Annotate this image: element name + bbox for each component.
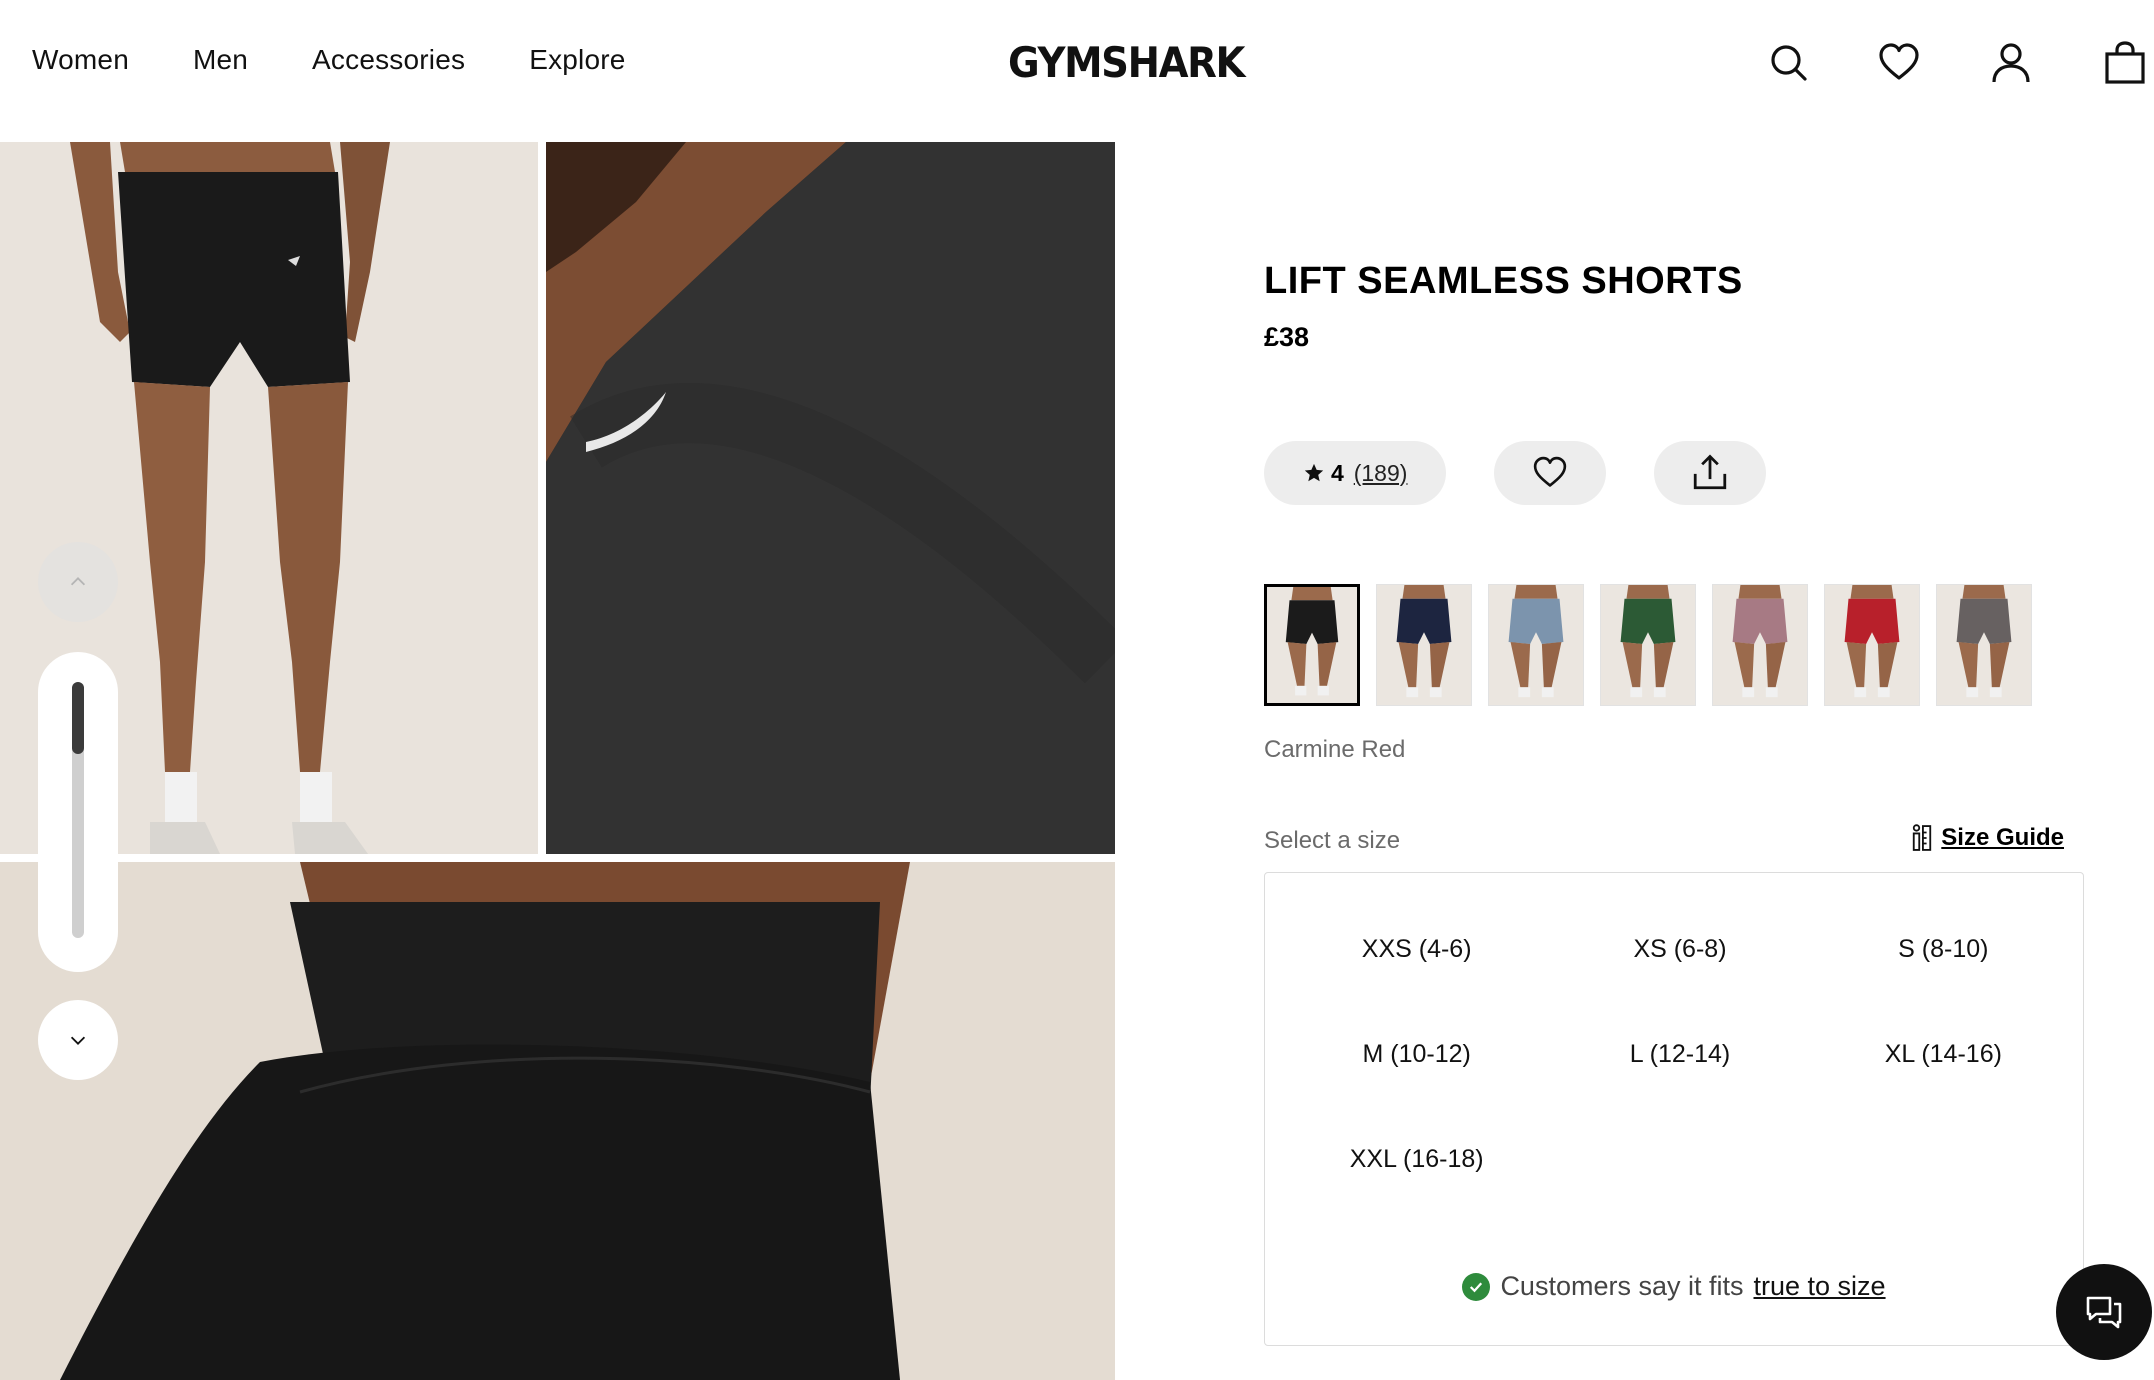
star-icon xyxy=(1304,463,1323,481)
chat-icon xyxy=(2086,1296,2122,1329)
size-option[interactable]: S (8-10) xyxy=(1812,897,2075,1002)
header-actions xyxy=(0,40,2154,90)
colour-swatches xyxy=(1264,584,2032,706)
size-selector: XXS (4-6) XS (6-8) S (8-10) M (10-12) L (12-… xyxy=(1264,872,2084,1346)
size-option[interactable]: XXS (4-6) xyxy=(1285,897,1548,1002)
size-option[interactable]: M (10-12) xyxy=(1285,1002,1548,1107)
product-image-waistband[interactable] xyxy=(0,862,1115,1380)
colour-swatch[interactable] xyxy=(1824,584,1920,706)
heart-icon xyxy=(1533,456,1567,487)
review-count[interactable]: (189) xyxy=(1354,460,1408,487)
share-button[interactable] xyxy=(1654,441,1766,505)
chat-button[interactable] xyxy=(2056,1264,2152,1360)
size-guide-link[interactable]: Size Guide xyxy=(1911,824,2064,852)
chevron-down-icon xyxy=(70,1036,86,1045)
wishlist-button[interactable] xyxy=(1494,441,1606,505)
size-option[interactable]: XXL (16-18) xyxy=(1285,1107,1548,1212)
chevron-up-icon xyxy=(70,577,86,586)
product-image-detail[interactable] xyxy=(546,142,1115,854)
select-size-label: Select a size xyxy=(1264,827,1401,854)
scrollbar-thumb[interactable] xyxy=(72,682,84,754)
bag-icon[interactable] xyxy=(2102,40,2148,86)
colour-swatch[interactable] xyxy=(1936,584,2032,706)
colour-swatch[interactable] xyxy=(1264,584,1360,706)
colour-swatch[interactable] xyxy=(1488,584,1584,706)
fit-note: Customers say it fits true to size xyxy=(1265,1271,2083,1302)
gallery-down-button[interactable] xyxy=(38,1000,118,1080)
colour-swatch[interactable] xyxy=(1376,584,1472,706)
check-icon xyxy=(1462,1272,1491,1301)
product-price: £38 xyxy=(1264,322,1310,352)
heart-icon[interactable] xyxy=(1876,40,1922,86)
rating-button[interactable]: 4 (189) xyxy=(1264,441,1446,505)
ruler-icon xyxy=(1913,824,1932,851)
share-icon xyxy=(1693,454,1727,490)
true-to-size-link[interactable]: true to size xyxy=(1754,1271,1886,1302)
size-option[interactable]: L (12-14) xyxy=(1548,1002,1811,1107)
colour-swatch[interactable] xyxy=(1600,584,1696,706)
product-title: LIFT SEAMLESS SHORTS xyxy=(1264,260,1743,302)
site-header: Women Men Accessories Explore GYMSHARK xyxy=(0,0,2154,142)
size-option[interactable]: XS (6-8) xyxy=(1548,897,1811,1002)
gallery-scrollbar[interactable] xyxy=(38,652,118,972)
product-gallery xyxy=(0,142,1115,1380)
colour-swatch[interactable] xyxy=(1712,584,1808,706)
account-icon[interactable] xyxy=(1988,40,2034,86)
selected-colour-name: Carmine Red xyxy=(1264,736,1406,763)
rating-value: 4 xyxy=(1303,460,1344,487)
size-option[interactable]: XL (14-16) xyxy=(1812,1002,2075,1107)
size-options: XXS (4-6) XS (6-8) S (8-10) M (10-12) L (12-… xyxy=(1285,897,2075,1212)
gallery-up-button[interactable] xyxy=(38,542,118,622)
search-icon[interactable] xyxy=(1766,40,1812,86)
